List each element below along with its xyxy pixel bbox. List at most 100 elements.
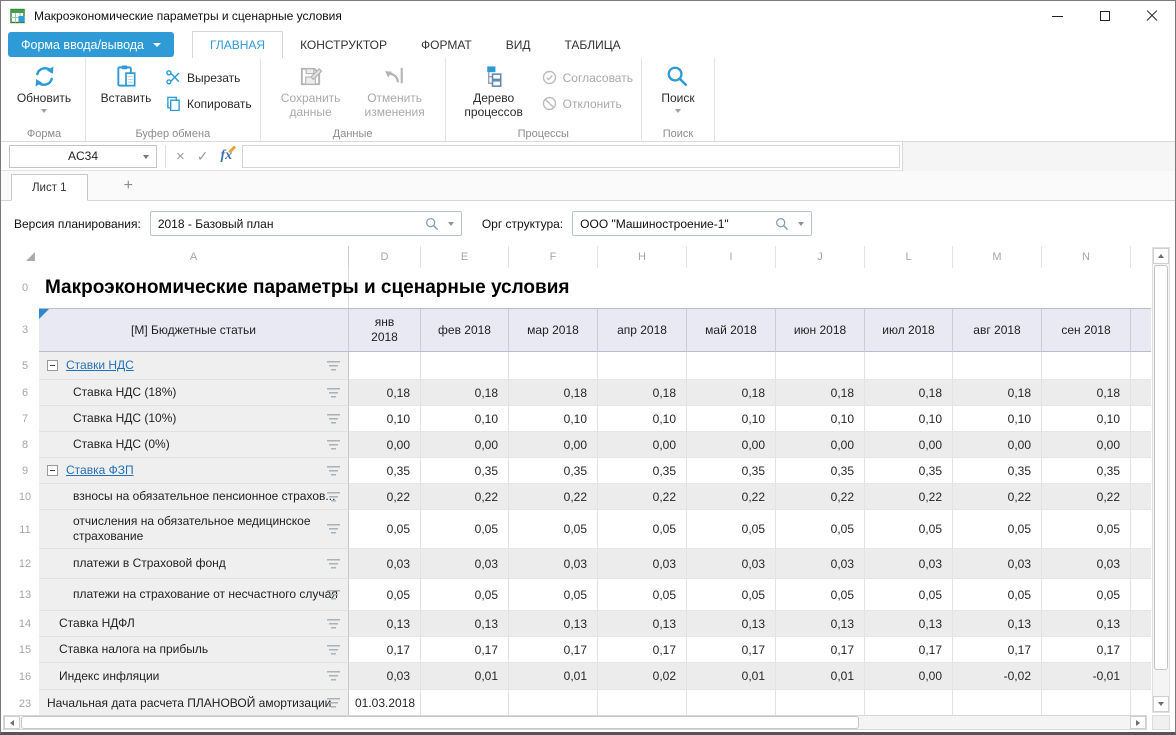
column-header-A[interactable]: A (39, 246, 349, 268)
grid-cell[interactable] (776, 690, 865, 715)
grid-cell[interactable]: 0,03 (687, 549, 776, 579)
month-header-cell[interactable]: май 2018 (687, 308, 776, 352)
grid-cell[interactable]: 0,00 (349, 432, 421, 458)
grid-cell[interactable] (421, 690, 509, 715)
row-label-cell[interactable]: Ставка НДФЛ (39, 611, 349, 637)
column-header-F[interactable]: F (509, 246, 598, 268)
row-label-cell[interactable]: Ставки НДС (39, 352, 349, 380)
grid-cell[interactable]: 0,10 (953, 406, 1042, 432)
grid-cell[interactable]: 0,10 (421, 406, 509, 432)
grid-cell[interactable]: 0,35 (953, 458, 1042, 484)
title-cell[interactable]: Макроэкономические параметры и сценарные… (39, 268, 349, 308)
grid-cell[interactable]: 0,00 (953, 432, 1042, 458)
grid-cell[interactable]: 0,35 (865, 458, 953, 484)
month-header-cell[interactable]: авг 2018 (953, 308, 1042, 352)
grid-cell[interactable]: 0,00 (776, 432, 865, 458)
column-header-L[interactable]: L (865, 246, 953, 268)
budget-items-header-cell[interactable]: [М] Бюджетные статьи (39, 308, 349, 352)
grid-cell[interactable]: 0,03 (349, 549, 421, 579)
refresh-button[interactable]: Обновить (11, 61, 77, 113)
grid-cell[interactable]: 0,05 (509, 510, 598, 549)
process-tree-button[interactable]: Дерево процессов (454, 61, 534, 120)
cut-button[interactable]: Вырезать (166, 70, 252, 85)
group-link[interactable]: Ставка ФЗП (66, 463, 134, 478)
row-header-5[interactable]: 5 (11, 352, 39, 380)
grid-cell[interactable]: 0,22 (509, 484, 598, 510)
row-header-12[interactable]: 12 (11, 549, 39, 579)
grid-cell[interactable]: 0,18 (687, 380, 776, 406)
grid-cell[interactable]: 0,22 (953, 484, 1042, 510)
row-label-cell[interactable]: Ставка налога на прибыль (39, 637, 349, 663)
grid-cell[interactable]: 0,00 (687, 432, 776, 458)
grid-cell[interactable]: 0,13 (776, 611, 865, 637)
grid-cell[interactable] (421, 352, 509, 380)
maximize-button[interactable] (1081, 1, 1128, 31)
grid-cell[interactable]: 0,10 (865, 406, 953, 432)
grid-cell[interactable]: 0,01 (776, 663, 865, 690)
grid-cell[interactable]: 01.03.2018 (349, 690, 421, 715)
grid-cell[interactable]: -0,01 (1042, 663, 1131, 690)
grid-cell[interactable]: 0,00 (865, 432, 953, 458)
filter-icon[interactable] (327, 388, 340, 398)
scroll-up-button[interactable] (1153, 248, 1169, 264)
grid-cell[interactable]: 0,01 (687, 663, 776, 690)
grid-cell[interactable] (598, 352, 687, 380)
grid-cell[interactable] (349, 352, 421, 380)
add-sheet-button[interactable]: + (124, 177, 133, 200)
grid-cell[interactable] (953, 352, 1042, 380)
grid-cell[interactable]: 0,00 (509, 432, 598, 458)
collapse-toggle-icon[interactable] (47, 465, 58, 476)
month-header-cell[interactable]: сен 2018 (1042, 308, 1131, 352)
grid-cell[interactable]: 0,05 (687, 510, 776, 549)
month-header-cell[interactable]: июн 2018 (776, 308, 865, 352)
grid-cell[interactable] (865, 690, 953, 715)
grid-cell[interactable]: 0,13 (598, 611, 687, 637)
grid-cell[interactable]: 0,10 (687, 406, 776, 432)
grid-cell[interactable]: 0,05 (776, 510, 865, 549)
filter-icon[interactable] (327, 619, 340, 629)
row-header-9[interactable]: 9 (11, 458, 39, 484)
grid-cell[interactable]: 0,22 (1042, 484, 1131, 510)
grid-cell[interactable]: 0,05 (1042, 579, 1131, 611)
row-header-8[interactable]: 8 (11, 432, 39, 458)
grid-cell[interactable]: 0,05 (953, 510, 1042, 549)
row-label-cell[interactable]: Ставка НДС (18%) (39, 380, 349, 406)
org-dropdown-caret[interactable] (798, 222, 804, 226)
undo-changes-button[interactable]: Отменить изменения (353, 61, 437, 120)
column-header-J[interactable]: J (776, 246, 865, 268)
grid-cell[interactable]: 0,17 (598, 637, 687, 663)
grid-cell[interactable]: 0,35 (421, 458, 509, 484)
row-header-3[interactable]: 3 (11, 308, 39, 352)
filter-icon[interactable] (327, 524, 340, 534)
grid-cell[interactable]: 0,00 (1042, 432, 1131, 458)
row-header-15[interactable]: 15 (11, 637, 39, 663)
grid-cell[interactable]: 0,10 (1042, 406, 1131, 432)
grid-cell[interactable]: 0,35 (776, 458, 865, 484)
month-header-cell[interactable]: фев 2018 (421, 308, 509, 352)
grid-cell[interactable]: 0,05 (421, 510, 509, 549)
grid-cell[interactable]: 0,03 (953, 549, 1042, 579)
scroll-down-button[interactable] (1153, 696, 1169, 712)
grid-cell[interactable]: 0,10 (509, 406, 598, 432)
grid-cell[interactable]: 0,22 (421, 484, 509, 510)
confirm-entry-icon[interactable]: ✓ (197, 149, 209, 163)
grid-cell[interactable]: 0,18 (421, 380, 509, 406)
tab-tablitsa[interactable]: ТАБЛИЦА (547, 31, 637, 58)
grid-cell[interactable]: 0,35 (687, 458, 776, 484)
grid-cell[interactable]: 0,05 (953, 579, 1042, 611)
grid-cell[interactable] (865, 352, 953, 380)
column-header-E[interactable]: E (421, 246, 509, 268)
grid-cell[interactable]: 0,22 (865, 484, 953, 510)
row-label-cell[interactable]: Ставка НДС (10%) (39, 406, 349, 432)
grid-cell[interactable]: 0,05 (776, 579, 865, 611)
copy-button[interactable]: Копировать (166, 96, 252, 111)
grid-cell[interactable]: 0,22 (687, 484, 776, 510)
grid-cell[interactable]: 0,22 (349, 484, 421, 510)
row-label-cell[interactable]: платежи в Страховой фонд (39, 549, 349, 579)
grid-cell[interactable]: 0,05 (349, 579, 421, 611)
horizontal-scroll-thumb[interactable] (21, 716, 859, 729)
grid-cell[interactable]: 0,03 (509, 549, 598, 579)
grid-cell[interactable]: 0,18 (865, 380, 953, 406)
scroll-left-button[interactable] (4, 716, 20, 729)
grid-cell[interactable] (953, 690, 1042, 715)
